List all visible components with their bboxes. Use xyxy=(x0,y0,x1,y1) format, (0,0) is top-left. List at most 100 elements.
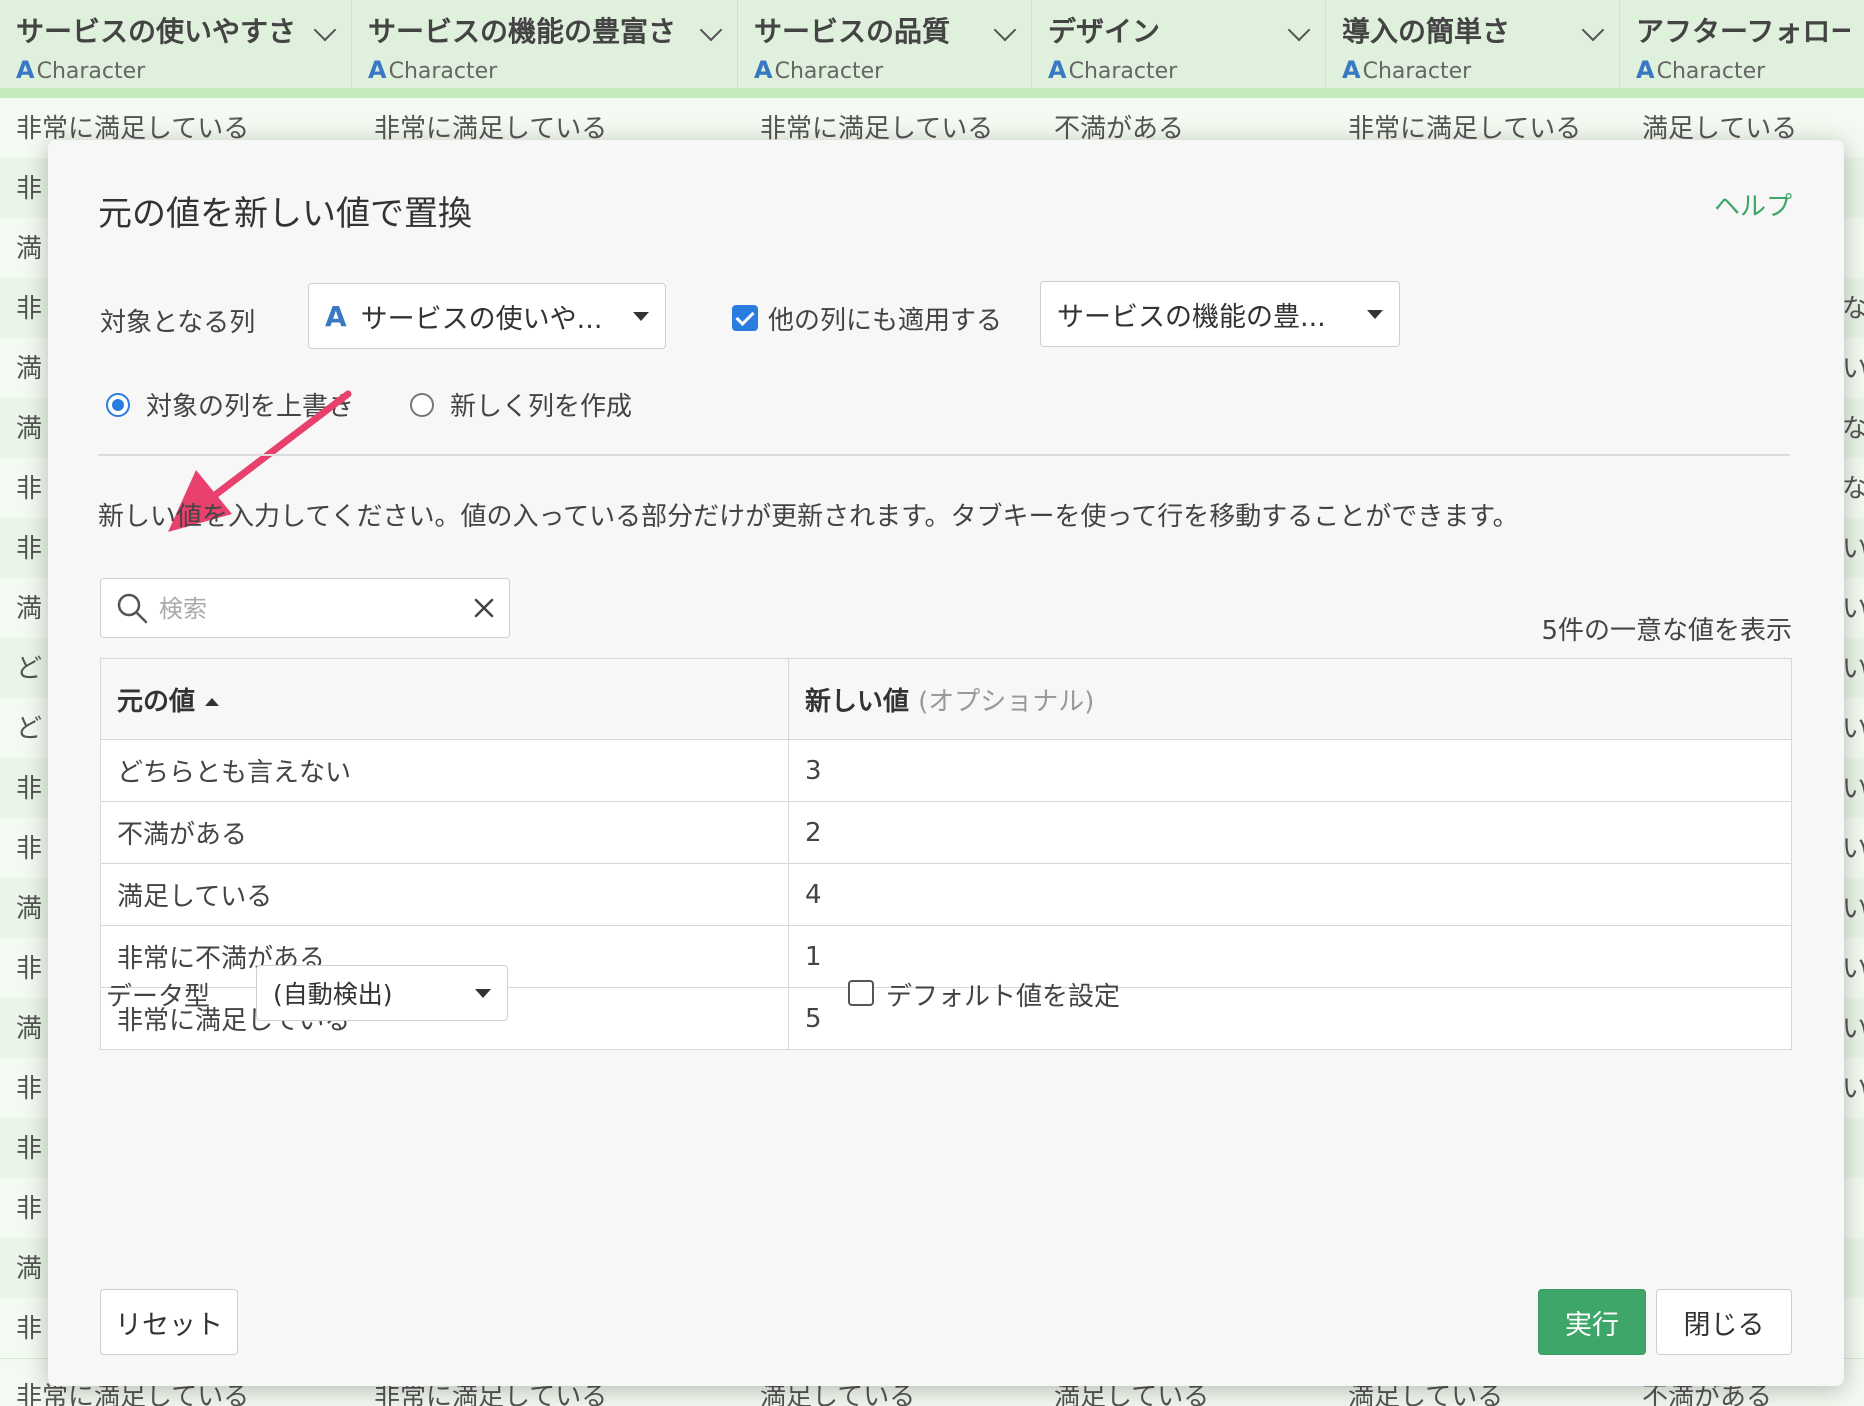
run-button[interactable]: 実行 xyxy=(1538,1289,1646,1355)
column-title: サービスの使いやすさ xyxy=(16,15,297,48)
column-type: ACharacter xyxy=(1048,56,1178,84)
grid-cell: 非 xyxy=(16,774,43,804)
grid-cell: 満 xyxy=(16,414,43,444)
grid-cell: い xyxy=(1842,834,1864,864)
data-type-label: データ型 xyxy=(106,982,211,1012)
divider xyxy=(98,454,1790,456)
caret-down-icon xyxy=(475,988,491,998)
search-input[interactable] xyxy=(157,589,461,629)
column-title: デザイン xyxy=(1048,15,1161,48)
character-type-icon: A xyxy=(1636,56,1655,84)
grid-cell: 非 xyxy=(16,954,43,984)
table-header-row: 元の値 新しい値 (オプショナル) xyxy=(100,658,1792,740)
grid-cell: 非 xyxy=(16,1314,43,1344)
target-column-value: サービスの使いや... xyxy=(360,303,603,335)
grid-header: サービスの使いやすさ ACharacter サービスの機能の豊富さ AChara… xyxy=(0,0,1864,98)
character-type-icon: A xyxy=(368,56,387,84)
grid-cell: 満 xyxy=(16,354,43,384)
column-header[interactable]: 導入の簡単さ ACharacter xyxy=(1326,0,1620,88)
grid-cell: 非 xyxy=(16,174,43,204)
caret-down-icon xyxy=(633,311,649,321)
sort-ascending-icon xyxy=(205,698,220,706)
grid-cell: い xyxy=(1842,954,1864,984)
close-icon[interactable] xyxy=(471,595,497,621)
character-type-icon: A xyxy=(1048,56,1067,84)
grid-cell: 非 xyxy=(16,534,43,564)
caret-down-icon xyxy=(1367,309,1383,319)
close-button[interactable]: 閉じる xyxy=(1656,1289,1792,1355)
grid-cell: 非 xyxy=(16,1134,43,1164)
instructions-text: 新しい値を入力してください。値の入っている部分だけが更新されます。タブキーを使っ… xyxy=(98,502,1519,532)
original-value-cell: どちらとも言えない xyxy=(100,739,789,802)
apply-other-columns-checkbox[interactable] xyxy=(732,305,758,331)
grid-cell: 非 xyxy=(16,834,43,864)
grid-cell: い xyxy=(1842,714,1864,744)
other-columns-select[interactable]: サービスの機能の豊... xyxy=(1040,281,1400,347)
character-type-icon: A xyxy=(325,299,347,333)
column-type: ACharacter xyxy=(754,56,884,84)
column-title: サービスの機能の豊富さ xyxy=(368,15,677,48)
data-type-select[interactable]: (自動検出) xyxy=(256,965,508,1021)
default-value-checkbox[interactable] xyxy=(848,980,874,1006)
new-value-cell[interactable]: 3 xyxy=(788,739,1792,802)
reset-button[interactable]: リセット xyxy=(100,1289,238,1355)
grid-cell: い xyxy=(1842,654,1864,684)
grid-cell: い xyxy=(1842,774,1864,804)
original-value-cell: 不満がある xyxy=(100,801,789,864)
search-icon xyxy=(117,593,148,624)
grid-cell: 満 xyxy=(16,594,43,624)
unique-count: 5件の一意な値を表示 xyxy=(1541,616,1792,646)
column-type: ACharacter xyxy=(16,56,146,84)
search-box[interactable] xyxy=(100,578,510,638)
dialog-title: 元の値を新しい値で置換 xyxy=(98,194,472,234)
replace-values-dialog: 元の値を新しい値で置換 ヘルプ 対象となる列 A サービスの使いや... 他の列… xyxy=(48,140,1844,1386)
character-type-icon: A xyxy=(754,56,773,84)
default-value-label: デフォルト値を設定 xyxy=(886,982,1121,1012)
grid-cell: な xyxy=(1842,474,1864,504)
original-value-cell: 満足している xyxy=(100,863,789,926)
grid-cell: い xyxy=(1842,594,1864,624)
grid-cell: 満 xyxy=(16,234,43,264)
column-type: ACharacter xyxy=(1342,56,1472,84)
other-columns-value: サービスの機能の豊... xyxy=(1057,301,1326,333)
grid-cell: 非 xyxy=(16,1074,43,1104)
target-column-label: 対象となる列 xyxy=(100,308,256,338)
grid-cell: ど xyxy=(16,714,43,744)
new-value-cell[interactable]: 2 xyxy=(788,801,1792,864)
character-type-icon: A xyxy=(1342,56,1361,84)
column-header[interactable]: サービスの使いやすさ ACharacter xyxy=(0,0,352,88)
grid-cell: い xyxy=(1842,354,1864,384)
table-row: 不満がある 2 xyxy=(100,801,1792,864)
new-column-radio-label[interactable]: 新しく列を作成 xyxy=(450,386,632,423)
column-header[interactable]: アフターフォロー ACharacter xyxy=(1620,0,1864,88)
table-row: どちらとも言えない 3 xyxy=(100,739,1792,802)
target-column-select[interactable]: A サービスの使いや... xyxy=(308,283,666,349)
grid-cell: 非 xyxy=(16,1194,43,1224)
column-title: サービスの品質 xyxy=(754,15,951,48)
character-type-icon: A xyxy=(16,56,35,84)
column-type: ACharacter xyxy=(1636,56,1766,84)
column-header[interactable]: サービスの品質 ACharacter xyxy=(738,0,1032,88)
grid-cell: 満 xyxy=(16,894,43,924)
column-header[interactable]: デザイン ACharacter xyxy=(1032,0,1326,88)
column-title: アフターフォロー xyxy=(1636,15,1850,48)
column-title: 導入の簡単さ xyxy=(1342,15,1511,48)
column-header[interactable]: サービスの機能の豊富さ ACharacter xyxy=(352,0,738,88)
grid-cell: 満 xyxy=(16,1254,43,1284)
overwrite-radio[interactable] xyxy=(106,393,130,417)
table-row: 満足している 4 xyxy=(100,863,1792,926)
data-type-value: (自動検出) xyxy=(273,980,393,1009)
grid-cell: な xyxy=(1842,414,1864,444)
grid-cell: ど xyxy=(16,654,43,684)
new-column-radio[interactable] xyxy=(410,393,434,417)
original-value-header[interactable]: 元の値 xyxy=(100,658,789,740)
new-value-header: 新しい値 (オプショナル) xyxy=(788,658,1792,740)
grid-cell: い xyxy=(1842,534,1864,564)
grid-cell: い xyxy=(1842,894,1864,924)
apply-other-columns-label: 他の列にも適用する xyxy=(768,306,1003,336)
grid-cell: 非 xyxy=(16,294,43,324)
grid-cell: い xyxy=(1842,1074,1864,1104)
new-value-cell[interactable]: 4 xyxy=(788,863,1792,926)
help-link[interactable]: ヘルプ xyxy=(1714,186,1792,223)
grid-cell: な xyxy=(1842,294,1864,324)
